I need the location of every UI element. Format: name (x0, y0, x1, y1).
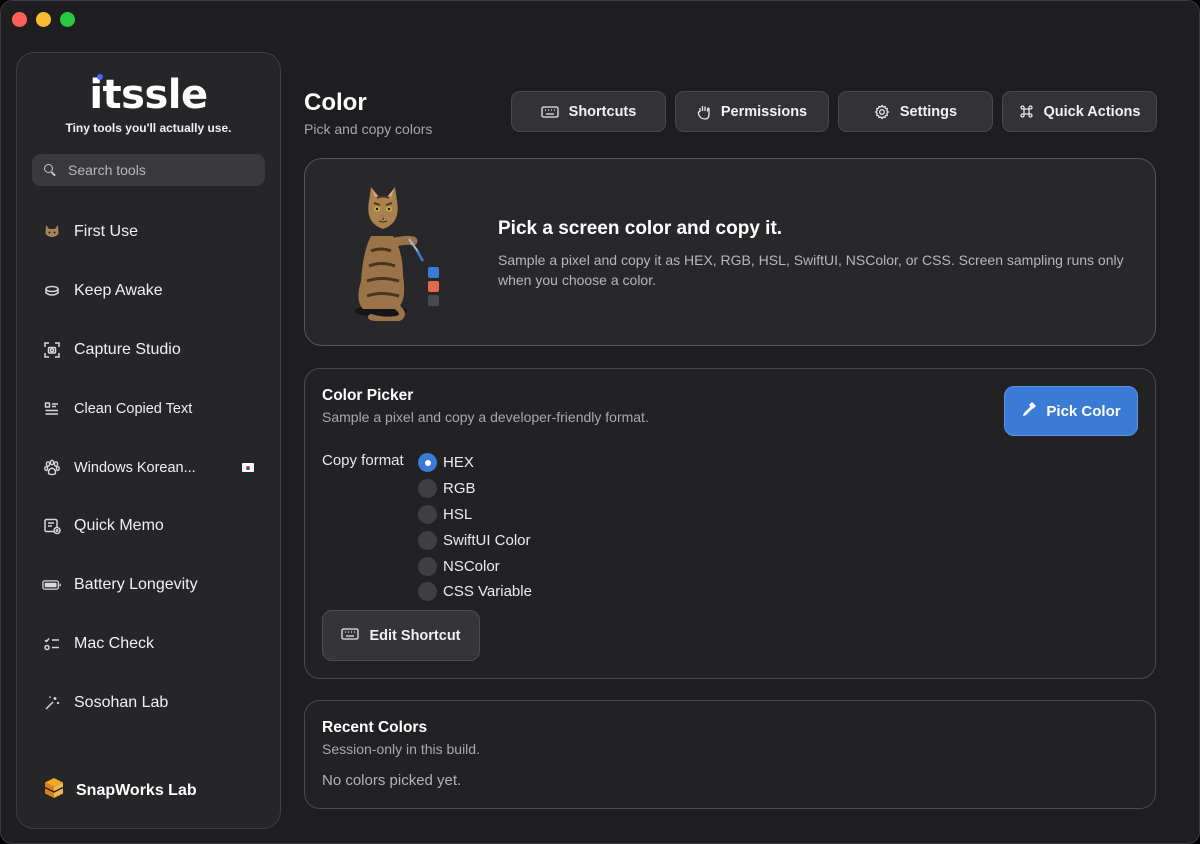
sidebar-item-windows-korean[interactable]: Windows Korean... (17, 438, 280, 497)
radio-selected[interactable] (418, 453, 437, 473)
sidebar-item-label: Battery Longevity (74, 576, 198, 594)
eyedropper-icon (1021, 401, 1037, 421)
edit-shortcut-label: Edit Shortcut (369, 627, 461, 644)
search-field[interactable] (32, 154, 265, 186)
command-icon (1019, 104, 1034, 119)
hero-title: Pick a screen color and copy it. (498, 218, 783, 239)
sidebar: itssle Tiny tools you'll actually use. F… (16, 52, 281, 829)
radio-unselected[interactable] (418, 556, 437, 576)
recent-colors-header: Recent Colors Session-only in this build… (322, 719, 480, 757)
paw-icon (42, 458, 62, 478)
minimize-window-button[interactable] (36, 12, 51, 27)
quick-actions-label: Quick Actions (1043, 103, 1141, 120)
hero-card: Pick a screen color and copy it. Sample … (304, 158, 1156, 346)
pick-color-label: Pick Color (1046, 402, 1121, 420)
search-icon (44, 164, 56, 176)
camera-viewfinder-icon (42, 340, 62, 360)
logo-dot (97, 74, 103, 80)
sidebar-item-keep-awake[interactable]: Keep Awake (17, 262, 280, 321)
magic-wand-icon (42, 693, 62, 713)
quick-actions-button[interactable]: Quick Actions (1002, 91, 1157, 132)
cat-face-icon (42, 222, 62, 242)
checklist-icon (42, 634, 62, 654)
permissions-label: Permissions (720, 103, 808, 120)
format-option-label: HEX (443, 454, 474, 472)
page-title: Color (304, 89, 367, 116)
hero-description: Sample a pixel and copy it as HEX, RGB, … (498, 252, 1124, 288)
settings-label: Settings (899, 103, 958, 120)
text-list-icon (42, 399, 62, 419)
footer-label: SnapWorks Lab (76, 781, 197, 799)
sidebar-item-label: Windows Korean... (74, 459, 196, 476)
gear-icon (874, 103, 890, 120)
page-subtitle: Pick and copy colors (304, 121, 433, 137)
color-picker-title: Color Picker (322, 387, 414, 404)
format-option-label: NSColor (443, 557, 500, 575)
radio-unselected[interactable] (418, 582, 437, 602)
format-option-label: HSL (443, 505, 473, 523)
copy-format-label: Copy format (322, 452, 404, 469)
shortcuts-label: Shortcuts (568, 103, 637, 120)
recent-colors-subtitle: Session-only in this build. (322, 741, 480, 757)
format-option-hsl[interactable]: HSL (418, 502, 532, 528)
box-logo-icon (42, 776, 66, 805)
sidebar-item-battery-longevity[interactable]: Battery Longevity (17, 556, 280, 615)
sidebar-item-label: Sosohan Lab (74, 693, 169, 711)
korea-flag-icon (242, 463, 254, 473)
recent-colors-title: Recent Colors (322, 719, 428, 736)
pick-color-button[interactable]: Pick Color (1004, 386, 1138, 436)
keyboard-icon (341, 627, 360, 644)
sidebar-item-quick-memo[interactable]: Quick Memo (17, 497, 280, 556)
sidebar-item-clean-copied-text[interactable]: Clean Copied Text (17, 379, 280, 438)
settings-button[interactable]: Settings (838, 91, 993, 132)
copy-format-radio-group: HEX RGB HSL SwiftUI Color NSColor CSS Va… (418, 450, 532, 605)
recent-colors-empty-text: No colors picked yet. (322, 772, 462, 789)
sidebar-item-capture-studio[interactable]: Capture Studio (17, 321, 280, 380)
app-window: itssle Tiny tools you'll actually use. F… (0, 0, 1200, 844)
zoom-window-button[interactable] (60, 12, 75, 27)
edit-shortcut-button[interactable]: Edit Shortcut (322, 610, 480, 661)
hand-icon (697, 104, 711, 120)
sidebar-footer[interactable]: SnapWorks Lab (42, 776, 197, 805)
permissions-button[interactable]: Permissions (675, 91, 829, 132)
sidebar-item-label: First Use (74, 223, 138, 241)
format-option-label: RGB (443, 480, 476, 498)
toolbar: Shortcuts Permissions Settings Quick Act… (511, 91, 1157, 132)
shortcuts-button[interactable]: Shortcuts (511, 91, 666, 132)
sidebar-item-label: Capture Studio (74, 340, 181, 358)
format-option-hex[interactable]: HEX (418, 450, 532, 476)
sidebar-item-label: Quick Memo (74, 517, 164, 535)
color-picker-card: Color Picker Sample a pixel and copy a d… (304, 368, 1156, 679)
tagline: Tiny tools you'll actually use. (65, 121, 232, 135)
format-option-nscolor[interactable]: NSColor (418, 553, 532, 579)
sidebar-item-mac-check[interactable]: Mac Check (17, 615, 280, 674)
color-picker-subtitle: Sample a pixel and copy a developer-frie… (322, 409, 649, 425)
search-input[interactable] (66, 161, 260, 179)
format-option-rgb[interactable]: RGB (418, 476, 532, 502)
sidebar-item-first-use[interactable]: First Use (17, 203, 280, 262)
recent-colors-card: Recent Colors Session-only in this build… (304, 700, 1156, 809)
cup-icon (42, 281, 62, 301)
format-option-css-variable[interactable]: CSS Variable (418, 579, 532, 605)
radio-unselected[interactable] (418, 530, 437, 550)
radio-unselected[interactable] (418, 479, 437, 499)
window-controls (12, 12, 75, 27)
radio-unselected[interactable] (418, 504, 437, 524)
battery-icon (42, 575, 62, 595)
brand: itssle Tiny tools you'll actually use. (17, 71, 280, 135)
format-option-swiftui[interactable]: SwiftUI Color (418, 527, 532, 553)
sidebar-item-label: Mac Check (74, 634, 155, 652)
tool-list: First Use Keep Awake Capture Studio Clea… (17, 203, 280, 732)
format-option-label: SwiftUI Color (443, 531, 531, 549)
close-window-button[interactable] (12, 12, 27, 27)
cat-illustration (341, 181, 451, 323)
sidebar-item-label: Clean Copied Text (74, 400, 193, 417)
keyboard-icon (541, 105, 559, 118)
format-option-label: CSS Variable (443, 583, 532, 601)
memo-plus-icon (42, 516, 62, 536)
sidebar-item-sosohan-lab[interactable]: Sosohan Lab (17, 673, 280, 732)
app-logo: itssle (89, 72, 208, 118)
color-picker-header: Color Picker Sample a pixel and copy a d… (322, 387, 649, 425)
sidebar-item-label: Keep Awake (74, 282, 163, 300)
